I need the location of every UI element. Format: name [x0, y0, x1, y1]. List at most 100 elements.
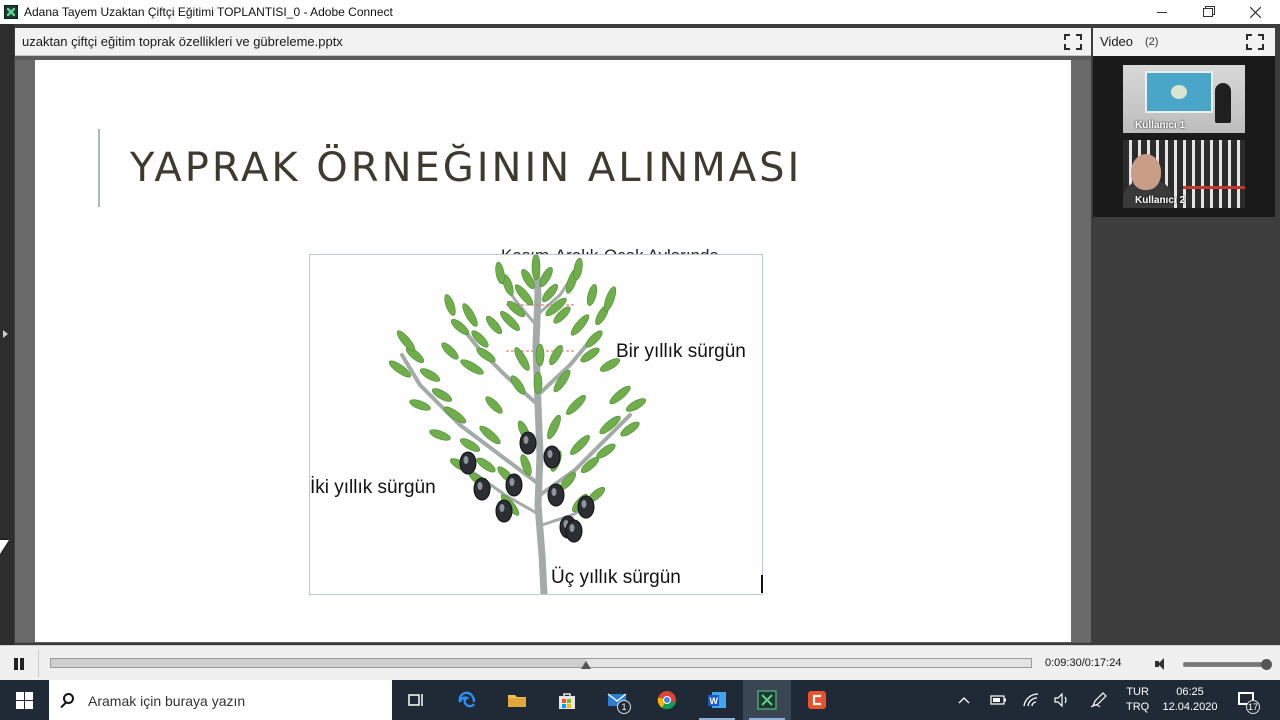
olive-tree-illustration [388, 255, 647, 594]
share-pod-title: uzaktan çiftçi eğitim toprak özellikleri… [22, 34, 343, 49]
video-pod-title: Video [1100, 34, 1134, 49]
slide-margin-right [1071, 60, 1091, 642]
olive-leaf [547, 414, 561, 440]
adobe-connect-taskbar-button[interactable] [743, 680, 791, 720]
playback-progress-thumb[interactable] [581, 661, 592, 669]
edge-browser-button[interactable] [443, 680, 491, 720]
olive-fruit [519, 431, 537, 455]
input-language-indicator[interactable]: TUR TRQ [1126, 685, 1149, 715]
adobe-connect-icon [4, 5, 18, 19]
adobe-connect-icon [757, 690, 777, 710]
olive-fruit [543, 445, 561, 469]
olive-highlight [569, 524, 575, 532]
olive-leaf [514, 347, 530, 371]
word-icon: W [708, 692, 726, 708]
recorder-icon [808, 691, 826, 709]
olive-leaf [585, 330, 603, 348]
pen-icon[interactable] [1090, 692, 1108, 708]
app-window: Adana Tayem Uzaktan Çiftçi Eğitimi TOPLA… [0, 0, 1280, 720]
recorder-app-button[interactable] [793, 680, 841, 720]
olive-leaf [586, 284, 598, 306]
chrome-icon [657, 691, 676, 710]
restore-button[interactable] [1185, 0, 1231, 24]
close-button[interactable] [1232, 0, 1278, 24]
fullscreen-icon[interactable] [1064, 34, 1082, 50]
olive-leaf [419, 368, 441, 382]
search-icon [63, 693, 74, 704]
olive-fruit [495, 499, 513, 523]
chrome-button[interactable] [643, 680, 691, 720]
share-pod: uzaktan çiftçi eğitim toprak özellikleri… [15, 28, 1091, 643]
volume-slider-fill [1184, 663, 1268, 666]
label-three-year-shoot: Üç yıllık sürgün [551, 567, 681, 588]
olive-leaf [609, 385, 631, 405]
olive-leaf [429, 429, 451, 441]
olive-leaf [444, 294, 456, 316]
task-view-icon [408, 694, 423, 706]
video-tile-participant-1[interactable]: Kullanıcı 1 [1123, 65, 1245, 133]
olive-highlight [551, 488, 557, 496]
chevron-right-icon [3, 330, 8, 338]
olive-leaf [485, 396, 503, 414]
video-tile-participant-2[interactable]: Kullanıcı 2 [1123, 140, 1245, 208]
olive-fruit [459, 451, 477, 475]
pause-button[interactable] [10, 656, 28, 672]
edge-icon [458, 691, 476, 708]
notification-count-badge: 17 [1246, 700, 1260, 714]
projector-screen [1145, 71, 1213, 113]
word-button[interactable]: W [693, 680, 741, 720]
olive-leaf [531, 255, 541, 281]
wifi-icon[interactable] [1022, 692, 1040, 708]
windows-logo-icon [15, 691, 33, 709]
olive-highlight [523, 436, 529, 444]
olive-leaf [533, 371, 543, 395]
playback-progress-fill [51, 659, 587, 667]
task-view-button[interactable] [392, 680, 440, 720]
olive-highlight [509, 478, 515, 486]
video-pod: Video (2) Kullanıcı 1 Kullanıcı 2 [1093, 28, 1275, 217]
mail-button[interactable]: 1 [593, 680, 641, 720]
olive-highlight [581, 500, 587, 508]
start-button[interactable] [0, 680, 48, 720]
olive-leaf [495, 261, 505, 285]
file-explorer-button[interactable] [493, 680, 541, 720]
window-titlebar: Adana Tayem Uzaktan Çiftçi Eğitimi TOPLA… [0, 0, 1280, 24]
volume-slider-thumb[interactable] [1261, 659, 1272, 670]
taskbar-clock[interactable]: 06:25 12.04.2020 [1158, 685, 1222, 715]
battery-icon[interactable] [990, 693, 1008, 707]
store-button[interactable] [543, 680, 591, 720]
olive-fruit [505, 473, 523, 497]
text-caret [761, 575, 763, 593]
olive-leaf [549, 344, 563, 366]
windows-taskbar: Aramak için buraya yazın 1 W TUR TRQ 06:… [0, 680, 1280, 720]
olive-leaf [603, 286, 617, 312]
presenter-figure [1215, 83, 1231, 123]
volume-slider-track[interactable] [1183, 662, 1269, 667]
store-bag-icon [559, 693, 575, 709]
title-accent-line [98, 129, 100, 207]
tray-chevron-up-icon[interactable] [958, 694, 970, 706]
playback-progress-track[interactable] [50, 658, 1032, 668]
olive-leaf [520, 454, 532, 476]
speaker-icon[interactable] [1053, 692, 1071, 708]
olive-leaf [476, 347, 496, 363]
mail-unread-badge: 1 [617, 700, 631, 714]
volume-icon[interactable] [1155, 657, 1173, 671]
olive-leaf [441, 342, 459, 360]
olive-leaf [450, 318, 470, 336]
participant-face [1131, 154, 1161, 190]
restore-icon [1203, 7, 1213, 17]
taskbar-search-box[interactable]: Aramak için buraya yazın [49, 680, 392, 720]
fullscreen-icon[interactable] [1246, 34, 1264, 50]
minimize-icon [1157, 11, 1167, 13]
olive-leaf [460, 359, 484, 375]
search-placeholder: Aramak için buraya yazın [88, 693, 246, 709]
video-pod-header: Video (2) [1093, 28, 1275, 56]
close-icon [1249, 6, 1261, 18]
olive-highlight [463, 456, 469, 464]
action-center-button[interactable]: 17 [1234, 688, 1262, 714]
presentation-slide: YAPRAK ÖRNEĞININ ALINMASI Kasım-Aralık-O… [35, 60, 1071, 642]
participant-name: Kullanıcı 2 [1135, 195, 1186, 206]
olive-leaf [570, 314, 590, 336]
minimize-button[interactable] [1139, 0, 1185, 24]
